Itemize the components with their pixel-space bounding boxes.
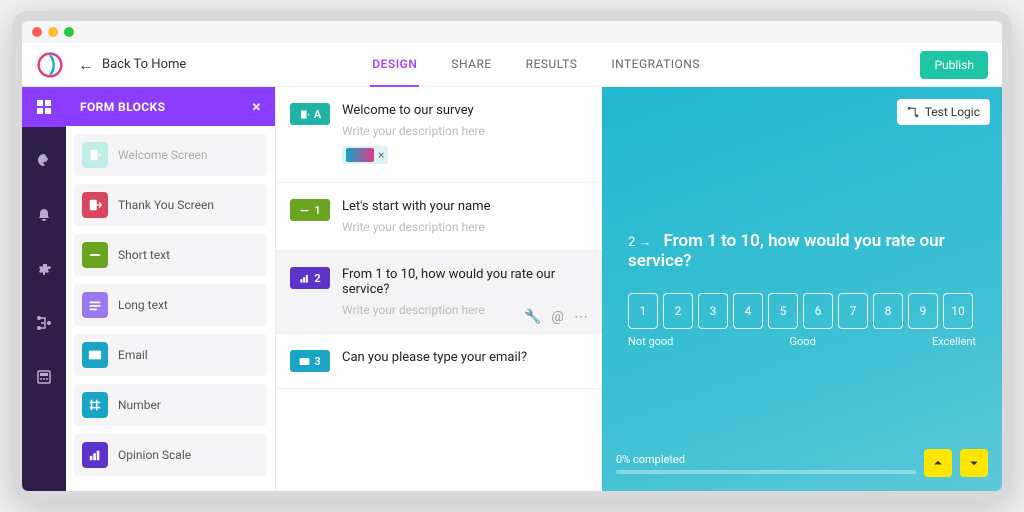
block-label: Email <box>118 348 148 362</box>
form-preview: Test Logic 2 → From 1 to 10, how would y… <box>602 87 1002 491</box>
progress-bar <box>616 470 916 474</box>
question-title[interactable]: Can you please type your email? <box>342 350 584 365</box>
rail-logic[interactable] <box>22 303 66 343</box>
dash-icon <box>82 242 108 268</box>
tab-integrations[interactable]: INTEGRATIONS <box>609 43 702 87</box>
form-blocks-title: FORM BLOCKS <box>80 100 165 114</box>
close-icon[interactable]: × <box>252 97 261 116</box>
main-area: FORM BLOCKS × Welcome Screen Thank You Sc… <box>22 87 1002 491</box>
scale-option-6[interactable]: 6 <box>803 293 833 329</box>
door-icon <box>82 142 108 168</box>
rail-theme[interactable] <box>22 141 66 181</box>
scale-label-mid: Good <box>790 335 816 348</box>
question-tag: 1 <box>290 199 330 221</box>
scale-option-1[interactable]: 1 <box>628 293 658 329</box>
rail-notifications[interactable] <box>22 195 66 235</box>
scale-option-7[interactable]: 7 <box>838 293 868 329</box>
scale-option-8[interactable]: 8 <box>873 293 903 329</box>
remove-image-icon[interactable]: × <box>378 148 384 162</box>
question-card[interactable]: A Welcome to our survey Write your descrip… <box>276 87 602 183</box>
block-label: Long text <box>118 298 168 312</box>
test-logic-button[interactable]: Test Logic <box>897 99 990 125</box>
publish-button[interactable]: Publish <box>920 51 988 79</box>
scale-label-low: Not good <box>628 335 673 348</box>
rail-settings[interactable] <box>22 249 66 289</box>
mail-icon <box>82 342 108 368</box>
nav-tabs: DESIGN SHARE RESULTS INTEGRATIONS <box>370 43 702 87</box>
bars-icon <box>82 442 108 468</box>
preview-question-title: From 1 to 10, how would you rate our ser… <box>628 231 945 271</box>
tab-results[interactable]: RESULTS <box>524 43 580 87</box>
tab-share[interactable]: SHARE <box>449 43 493 87</box>
question-card[interactable]: 3 Can you please type your email? <box>276 334 602 389</box>
scale-option-10[interactable]: 10 <box>943 293 973 329</box>
tab-design[interactable]: DESIGN <box>370 43 419 87</box>
question-desc-placeholder[interactable]: Write your description here <box>342 220 584 234</box>
rail-calculate[interactable] <box>22 357 66 397</box>
scale-label-high: Excellent <box>932 335 976 348</box>
wrench-icon[interactable]: 🔧 <box>524 309 541 325</box>
form-blocks-header: FORM BLOCKS × <box>66 87 275 126</box>
block-opinion-scale[interactable]: Opinion Scale <box>74 434 267 476</box>
scale-option-2[interactable]: 2 <box>663 293 693 329</box>
scale-labels: Not good Good Excellent <box>616 329 988 348</box>
block-number[interactable]: Number <box>74 384 267 426</box>
question-tag: A <box>290 103 330 125</box>
question-tag: 2 <box>290 267 330 289</box>
block-label: Thank You Screen <box>118 198 214 212</box>
question-tag: 3 <box>290 350 330 372</box>
lines-icon <box>82 292 108 318</box>
door-out-icon <box>82 192 108 218</box>
app-window: ← Back To Home DESIGN SHARE RESULTS INTEGRA… <box>12 11 1012 501</box>
question-editor: A Welcome to our survey Write your descrip… <box>276 87 602 491</box>
test-logic-label: Test Logic <box>925 105 980 119</box>
scale-option-4[interactable]: 4 <box>733 293 763 329</box>
more-icon[interactable]: ⋯ <box>574 309 588 325</box>
scale-option-9[interactable]: 9 <box>908 293 938 329</box>
image-thumb-icon <box>346 148 374 162</box>
prev-button[interactable] <box>924 449 952 477</box>
question-desc-placeholder[interactable]: Write your description here <box>342 124 584 138</box>
progress-wrap: 0% completed <box>616 449 988 477</box>
block-label: Welcome Screen <box>118 148 207 162</box>
preview-question-number: 2 → <box>628 235 652 250</box>
back-label: Back To Home <box>102 57 186 72</box>
form-blocks-panel: FORM BLOCKS × Welcome Screen Thank You Sc… <box>66 87 276 491</box>
block-long-text[interactable]: Long text <box>74 284 267 326</box>
back-to-home-link[interactable]: ← Back To Home <box>78 55 186 75</box>
block-thank-you-screen[interactable]: Thank You Screen <box>74 184 267 226</box>
question-card[interactable]: 1 Let's start with your name Write your de… <box>276 183 602 251</box>
side-rail <box>22 87 66 491</box>
app-logo <box>36 51 64 79</box>
next-button[interactable] <box>960 449 988 477</box>
close-window-icon[interactable] <box>32 27 42 37</box>
block-label: Number <box>118 398 161 412</box>
question-title[interactable]: From 1 to 10, how would you rate our ser… <box>342 267 584 297</box>
window-controls <box>22 21 1002 43</box>
scale-option-3[interactable]: 3 <box>698 293 728 329</box>
question-title[interactable]: Let's start with your name <box>342 199 584 214</box>
opinion-scale: 12345678910 <box>616 293 988 329</box>
block-welcome-screen[interactable]: Welcome Screen <box>74 134 267 176</box>
progress: 0% completed <box>616 453 916 474</box>
block-label: Opinion Scale <box>118 448 191 462</box>
block-email[interactable]: Email <box>74 334 267 376</box>
block-label: Short text <box>118 248 170 262</box>
topbar: ← Back To Home DESIGN SHARE RESULTS INTEGRA… <box>22 43 1002 87</box>
at-icon[interactable]: @ <box>551 309 564 325</box>
scale-option-5[interactable]: 5 <box>768 293 798 329</box>
image-chip: × <box>342 146 388 164</box>
preview-question: 2 → From 1 to 10, how would you rate our… <box>616 231 988 271</box>
progress-text: 0% completed <box>616 453 916 466</box>
hash-icon <box>82 392 108 418</box>
maximize-window-icon[interactable] <box>64 27 74 37</box>
form-blocks-list: Welcome Screen Thank You Screen Short text… <box>66 126 275 484</box>
question-title[interactable]: Welcome to our survey <box>342 103 584 118</box>
arrow-left-icon: ← <box>78 55 94 75</box>
block-short-text[interactable]: Short text <box>74 234 267 276</box>
question-tools: 🔧 @ ⋯ <box>524 309 588 325</box>
minimize-window-icon[interactable] <box>48 27 58 37</box>
rail-blocks[interactable] <box>22 87 66 127</box>
question-card[interactable]: 2 From 1 to 10, how would you rate our se… <box>276 251 602 334</box>
